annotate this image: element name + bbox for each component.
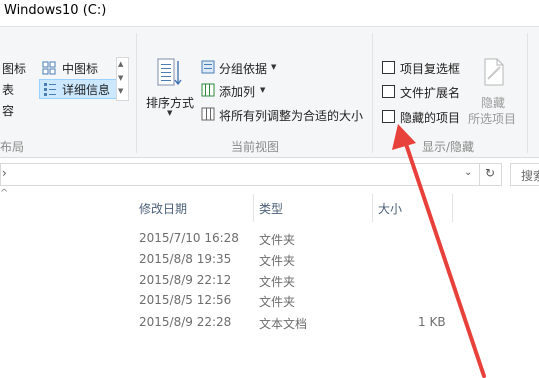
- annotation-arrow: [392, 124, 486, 378]
